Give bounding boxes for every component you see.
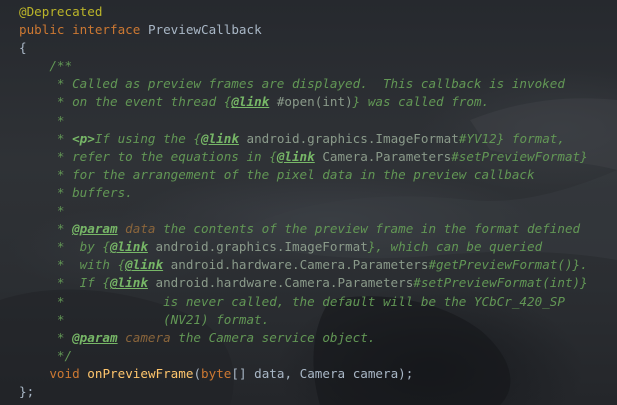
doc-text: If using the {	[94, 130, 201, 146]
keyword-byte: byte	[201, 365, 232, 381]
javadoc-reference: android.hardware.Camera.Parameters	[163, 257, 429, 273]
doc-text: * buffers.	[56, 184, 133, 200]
code-line: * (NV21) format.	[19, 311, 588, 329]
annotation-deprecated: @Deprecated	[19, 4, 103, 19]
keyword-void: void	[49, 365, 80, 381]
javadoc-reference: #open(int)	[269, 94, 353, 110]
javadoc-param-name: data	[117, 221, 156, 237]
code-content: @Deprecated public interface PreviewCall…	[19, 3, 588, 401]
doc-text: * refer to the equations in {	[56, 148, 277, 164]
doc-open: /**	[49, 58, 73, 74]
code-line: * buffers.	[19, 184, 588, 202]
doc-text: #setPreviewFormat	[451, 148, 581, 164]
javadoc-param-tag: @param	[72, 329, 118, 345]
code-line: * for the arrangement of the pixel data …	[19, 166, 588, 184]
code-line: void onPreviewFrame(byte[] data, Camera …	[19, 365, 588, 383]
code-line: };	[19, 383, 588, 401]
javadoc-param-tag: @param	[72, 221, 118, 237]
doc-text: } was called from.	[352, 94, 490, 110]
doc-text: * Called as preview frames are displayed…	[56, 76, 565, 92]
doc-text: *	[56, 329, 73, 345]
interface-name: PreviewCallback	[147, 22, 262, 38]
code-line: * with {@link android.hardware.Camera.Pa…	[19, 256, 588, 274]
doc-text: }, which can be queried	[367, 239, 543, 255]
doc-text: * on the event thread	[56, 94, 224, 110]
code-line: * <p>If using the {@link android.graphic…	[19, 130, 588, 148]
code-line: * by {@link android.graphics.ImageFormat…	[19, 238, 588, 256]
doc-text: * (NV21) format.	[56, 311, 270, 327]
doc-text: }	[580, 148, 588, 164]
doc-text: }.	[572, 257, 588, 273]
doc-text: } format,	[496, 130, 565, 146]
javadoc-link-tag: @link	[231, 94, 270, 110]
code-text: [] data, Camera camera);	[231, 365, 414, 381]
javadoc-link-tag: @link	[125, 257, 164, 273]
doc-text: *	[56, 203, 65, 219]
javadoc-link-tag: @link	[201, 130, 239, 146]
method-name: onPreviewFrame	[87, 365, 194, 381]
javadoc-reference: android.hardware.Camera.Parameters	[147, 275, 414, 291]
doc-text: * for the arrangement of the pixel data …	[56, 166, 535, 182]
doc-text: the contents of the preview frame in the…	[155, 221, 581, 237]
code-line: */	[19, 347, 588, 365]
javadoc-reference: android.graphics.ImageFormat	[238, 130, 459, 146]
doc-text: *	[56, 221, 73, 237]
code-line: * refer to the equations in {@link Camer…	[19, 148, 588, 166]
doc-text: #getPreviewFormat()	[428, 257, 573, 273]
doc-text: *	[56, 130, 73, 146]
javadoc-html-tag: <p>	[72, 130, 95, 146]
javadoc-link-tag: @link	[276, 148, 315, 164]
doc-close: */	[56, 347, 73, 363]
code-editor[interactable]: @Deprecated public interface PreviewCall…	[0, 0, 617, 405]
code-line: * is never called, the default will be t…	[19, 293, 588, 311]
doc-text: #setPreviewFormat(int)	[413, 275, 581, 291]
open-brace: {	[19, 40, 27, 56]
doc-text: * is never called, the default will be t…	[56, 293, 565, 309]
doc-text: }	[580, 275, 588, 291]
code-line: * If {@link android.hardware.Camera.Para…	[19, 274, 588, 292]
doc-text: #YV12	[458, 130, 497, 146]
code-line: *	[19, 112, 588, 130]
doc-text: *	[56, 112, 65, 128]
code-line: *	[19, 202, 588, 220]
keyword-interface: interface	[72, 22, 141, 38]
javadoc-reference: Camera.Parameters	[314, 148, 452, 164]
code-line: * on the event thread {@link #open(int)}…	[19, 93, 588, 111]
code-line: * @param data the contents of the previe…	[19, 220, 588, 238]
code-line: * @param camera the Camera service objec…	[19, 329, 588, 347]
code-line: {	[19, 39, 588, 57]
code-line: @Deprecated	[19, 3, 588, 21]
javadoc-reference: android.graphics.ImageFormat	[147, 239, 368, 255]
doc-text: the Camera service object.	[170, 329, 376, 345]
javadoc-param-name: camera	[117, 329, 171, 345]
doc-text: * by {	[56, 239, 110, 255]
code-line: * Called as preview frames are displayed…	[19, 75, 588, 93]
doc-text: * If {	[56, 275, 110, 291]
keyword-public: public	[19, 22, 65, 38]
javadoc-link-tag: @link	[110, 239, 148, 255]
close-brace: };	[19, 383, 35, 399]
javadoc-link-tag: @link	[110, 275, 148, 291]
doc-text: * with {	[56, 257, 126, 273]
code-line: public interface PreviewCallback	[19, 21, 588, 39]
code-text: (	[193, 365, 202, 381]
code-line: /**	[19, 57, 588, 75]
